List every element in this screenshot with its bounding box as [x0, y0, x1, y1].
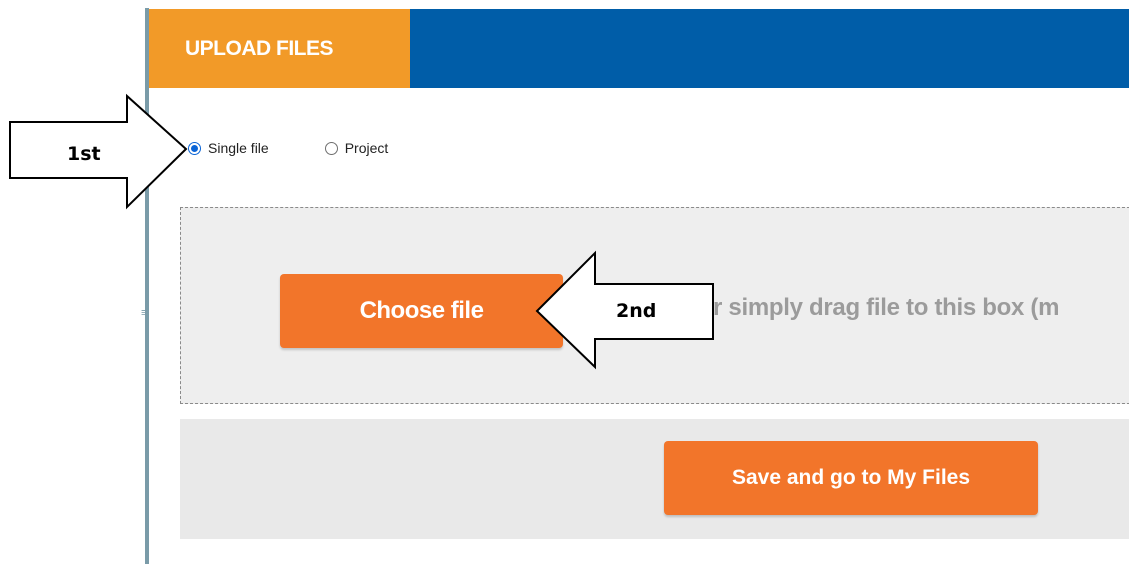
callout-arrows	[9, 93, 714, 370]
second-callout-label: 2nd	[616, 300, 657, 322]
first-callout-label: 1st	[67, 143, 101, 165]
